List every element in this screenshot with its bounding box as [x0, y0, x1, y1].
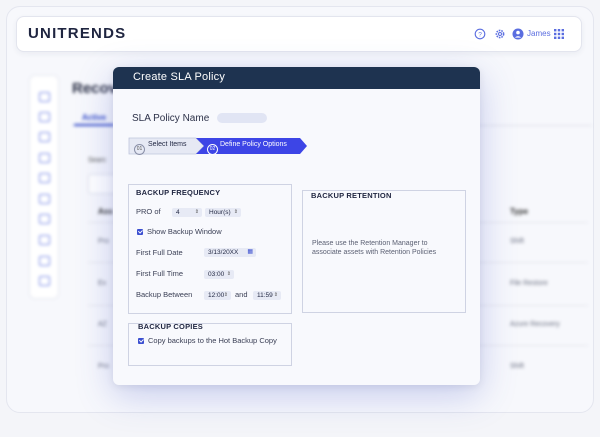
first-full-time-select[interactable]: 03:00 ⇕ — [204, 270, 234, 279]
report-icon[interactable] — [39, 256, 50, 266]
backup-frequency-panel: BACKUP FREQUENCY PRO of 4 ⇕ Hour(s) ⇕ Sh… — [128, 184, 292, 314]
backup-end-value: 11:59 — [257, 292, 273, 299]
first-full-time-label: First Full Time — [136, 269, 184, 278]
table-cell: AZ — [98, 321, 107, 328]
policy-name-label: SLA Policy Name — [132, 113, 210, 124]
pro-of-label: PRO of — [136, 207, 161, 216]
pro-of-value: 4 — [176, 209, 180, 216]
table-cell: Pro — [98, 363, 109, 370]
file-icon[interactable] — [39, 132, 50, 142]
tab-active-indicator — [74, 124, 114, 126]
network-icon[interactable] — [39, 235, 50, 245]
backup-frequency-title: BACKUP FREQUENCY — [136, 188, 221, 197]
step-2[interactable]: 02 — [207, 141, 218, 159]
modal-title: Create SLA Policy — [133, 71, 226, 83]
search-label: Searc — [88, 157, 107, 164]
step-2-label[interactable]: Define Policy Options — [220, 141, 287, 148]
step-1-number: 01 — [134, 144, 145, 156]
modal-header: Create SLA Policy — [113, 67, 480, 89]
backup-copies-panel: BACKUP COPIES Copy backups to the Hot Ba… — [128, 322, 292, 366]
backup-start-value: 12:00 — [208, 292, 225, 299]
backup-copies-title: BACKUP COPIES — [138, 322, 203, 331]
updown-icon: ⇕ — [233, 209, 238, 215]
updown-icon: ⇕ — [194, 209, 199, 215]
backup-retention-title: BACKUP RETENTION — [311, 191, 392, 200]
frequency-unit-select[interactable]: Hour(s) ⇕ — [205, 208, 241, 217]
show-backup-window-label: Show Backup Window — [147, 227, 222, 236]
step-indicator: 01 Select Items 02 Define Policy Options — [128, 137, 308, 156]
copy-icon[interactable] — [39, 214, 50, 224]
show-backup-window-checkbox[interactable] — [137, 229, 143, 235]
step-1[interactable]: 01 — [134, 141, 145, 159]
copy-hot-backup-checkbox[interactable] — [138, 338, 144, 344]
table-cell: Shift — [510, 363, 525, 370]
backup-end-select[interactable]: 11:59 ⇕ — [253, 291, 281, 300]
copy-hot-backup-label: Copy backups to the Hot Backup Copy — [148, 336, 277, 345]
backup-between-label: Backup Between — [136, 290, 193, 299]
tab-active[interactable]: Active — [82, 113, 106, 122]
page-title: Recov — [72, 80, 118, 97]
updown-icon: ⇕ — [226, 271, 231, 277]
table-cell: File Restore — [510, 280, 548, 287]
retention-note: Please use the Retention Manager to asso… — [312, 240, 437, 256]
users-icon[interactable] — [39, 112, 50, 122]
table-cell: Azure Recovery — [510, 321, 560, 328]
first-full-time-value: 03:00 — [208, 271, 225, 278]
frequency-unit-value: Hour(s) — [209, 209, 231, 216]
side-nav — [29, 75, 59, 299]
first-full-date-label: First Full Date — [136, 248, 183, 257]
between-and-label: and — [235, 290, 248, 299]
updown-icon: ⇕ — [223, 292, 228, 298]
backup-start-select[interactable]: 12:00 ⇕ — [204, 291, 231, 300]
calendar-icon[interactable]: ▦ — [247, 248, 253, 257]
table-cell: Shift — [510, 238, 525, 245]
column-header-asset[interactable]: Ass — [98, 207, 113, 216]
first-full-date-value: 3/13/20XX — [208, 249, 239, 256]
home-icon[interactable] — [39, 92, 50, 102]
step-2-number: 02 — [207, 144, 218, 156]
policy-name-input[interactable] — [217, 113, 267, 123]
pro-of-select[interactable]: 4 ⇕ — [172, 208, 202, 217]
table-cell: Ex — [98, 280, 107, 287]
step-1-label[interactable]: Select Items — [148, 141, 187, 148]
storage-icon[interactable] — [39, 173, 50, 183]
create-sla-policy-modal: Create SLA Policy SLA Policy Name 01 Sel… — [113, 67, 480, 385]
first-full-date-input[interactable]: 3/13/20XX ▦ — [204, 248, 256, 257]
column-header-type[interactable]: Type — [510, 207, 528, 216]
backup-retention-panel: BACKUP RETENTION Please use the Retentio… — [302, 190, 466, 313]
updown-icon: ⇕ — [273, 292, 278, 298]
folder-icon[interactable] — [39, 153, 50, 163]
table-cell: Pro — [98, 238, 109, 245]
shield-icon[interactable] — [39, 194, 50, 204]
cube-icon[interactable] — [39, 276, 50, 286]
